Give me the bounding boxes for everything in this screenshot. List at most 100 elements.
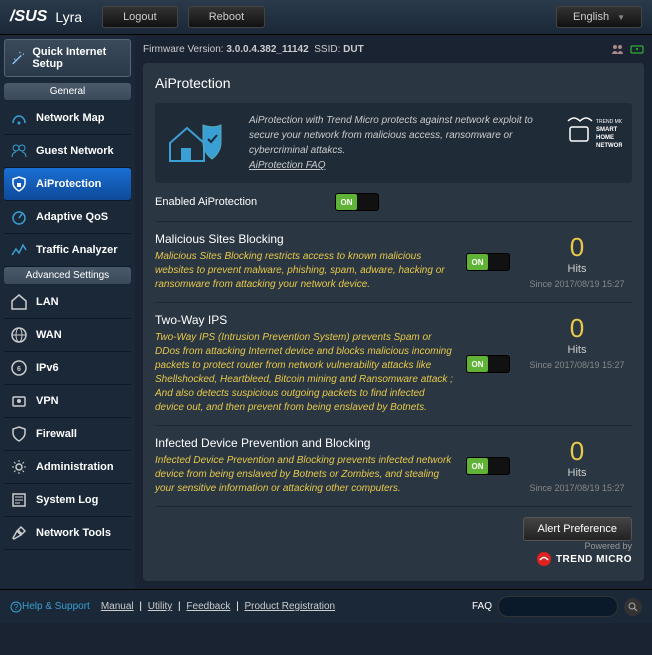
feature-title: Infected Device Prevention and Blocking: [155, 436, 454, 450]
footer-link-feedback[interactable]: Feedback: [186, 601, 230, 612]
faq-search-button[interactable]: [624, 598, 642, 616]
system-log-icon: [10, 491, 28, 509]
svg-text:?: ?: [14, 603, 19, 612]
footer-link-utility[interactable]: Utility: [148, 601, 172, 612]
users-icon[interactable]: [610, 43, 624, 55]
svg-text:6: 6: [17, 366, 21, 373]
powered-by: Powered by TREND MICRO: [155, 541, 632, 569]
feature-toggle-0[interactable]: ON: [466, 253, 510, 271]
sidebar-item-lan[interactable]: LAN: [4, 286, 131, 319]
logout-button[interactable]: Logout: [102, 6, 178, 28]
feature-row-1: Two-Way IPS Two-Way IPS (Intrusion Preve…: [155, 303, 632, 426]
sidebar-item-firewall[interactable]: Firewall: [4, 418, 131, 451]
firewall-icon: [10, 425, 28, 443]
guest-network-icon: [10, 142, 28, 160]
feature-hits-label: Hits: [522, 344, 632, 356]
search-icon: [628, 602, 638, 612]
feature-count: 0: [522, 313, 632, 344]
feature-since: Since 2017/08/19 15:27: [522, 279, 632, 289]
network-tools-icon: [10, 524, 28, 542]
feature-desc: Infected Device Prevention and Blocking …: [155, 454, 454, 496]
svg-text:TREND MICRO™: TREND MICRO™: [596, 119, 622, 125]
feature-since: Since 2017/08/19 15:27: [522, 360, 632, 370]
adaptive-qos-icon: [10, 208, 28, 226]
feature-count: 0: [522, 436, 632, 467]
enable-label: Enabled AiProtection: [155, 196, 335, 208]
sidebar-item-label: System Log: [36, 494, 98, 506]
sidebar-item-aiprotection[interactable]: AiProtection: [4, 168, 131, 201]
reboot-button[interactable]: Reboot: [188, 6, 265, 28]
faq-label: FAQ: [472, 601, 492, 612]
sidebar-item-label: Network Map: [36, 112, 104, 124]
quick-internet-setup[interactable]: Quick Internet Setup: [4, 39, 131, 77]
sidebar-item-vpn[interactable]: VPN: [4, 385, 131, 418]
aiprotection-faq-link[interactable]: AiProtection FAQ: [249, 160, 326, 171]
sidebar-item-label: Guest Network: [36, 145, 114, 157]
footer-link-product-registration[interactable]: Product Registration: [244, 601, 335, 612]
feature-toggle-2[interactable]: ON: [466, 457, 510, 475]
trend-micro-icon: [536, 551, 552, 567]
svg-text:SMART: SMART: [596, 127, 618, 133]
vpn-icon: [10, 392, 28, 410]
traffic-analyzer-icon: [10, 241, 28, 259]
aiprotection-panel: AiProtection AiProtection with Trend Mic…: [143, 63, 644, 581]
feature-desc: Malicious Sites Blocking restricts acces…: [155, 250, 454, 292]
model-name: Lyra: [55, 9, 82, 25]
top-bar: /SUS Lyra Logout Reboot English: [0, 0, 652, 35]
firmware-version: 3.0.0.4.382_11142: [226, 44, 308, 55]
sidebar-item-label: IPv6: [36, 362, 59, 374]
quick-setup-label: Quick Internet Setup: [32, 46, 124, 70]
network-map-icon: [10, 109, 28, 127]
aiprotection-icon: [10, 175, 28, 193]
wand-icon: [11, 49, 26, 67]
enable-toggle[interactable]: ON: [335, 193, 379, 211]
sidebar-item-label: Administration: [36, 461, 114, 473]
page-title: AiProtection: [155, 75, 632, 91]
faq-search-input[interactable]: [498, 596, 618, 617]
general-header: General: [4, 83, 131, 100]
feature-desc: Two-Way IPS (Intrusion Prevention System…: [155, 331, 454, 415]
sidebar-item-wan[interactable]: WAN: [4, 319, 131, 352]
language-dropdown[interactable]: English: [556, 6, 642, 28]
lan-icon: [10, 293, 28, 311]
enable-row: Enabled AiProtection ON: [155, 183, 632, 222]
administration-icon: [10, 458, 28, 476]
brand-logo: /SUS: [10, 8, 47, 26]
sidebar-item-label: AiProtection: [36, 178, 101, 190]
feature-hits-label: Hits: [522, 467, 632, 479]
firmware-line: Firmware Version: 3.0.0.4.382_11142 SSID…: [143, 43, 644, 55]
sidebar-item-network-map[interactable]: Network Map: [4, 102, 131, 135]
footer: ? Help & Support Manual | Utility | Feed…: [0, 589, 652, 623]
sidebar-item-label: WAN: [36, 329, 62, 341]
help-support[interactable]: Help & Support: [22, 601, 90, 612]
sidebar-item-label: Adaptive QoS: [36, 211, 108, 223]
network-status-icon[interactable]: [630, 43, 644, 55]
intro-text: AiProtection with Trend Micro protects a…: [249, 115, 533, 156]
feature-title: Two-Way IPS: [155, 313, 454, 327]
feature-count: 0: [522, 232, 632, 263]
sidebar-item-label: Network Tools: [36, 527, 111, 539]
svg-text:NETWORK: NETWORK: [596, 143, 622, 149]
ssid-value: DUT: [343, 44, 364, 55]
trend-micro-badge: TREND MICRO™ SMART HOME NETWORK: [566, 113, 622, 157]
feature-row-0: Malicious Sites Blocking Malicious Sites…: [155, 222, 632, 303]
sidebar-item-traffic-analyzer[interactable]: Traffic Analyzer: [4, 234, 131, 267]
sidebar-item-label: VPN: [36, 395, 59, 407]
sidebar-item-guest-network[interactable]: Guest Network: [4, 135, 131, 168]
alert-preference-button[interactable]: Alert Preference: [523, 517, 632, 541]
feature-hits-label: Hits: [522, 263, 632, 275]
sidebar-item-network-tools[interactable]: Network Tools: [4, 517, 131, 550]
svg-text:HOME: HOME: [596, 135, 614, 141]
sidebar-item-adaptive-qos[interactable]: Adaptive QoS: [4, 201, 131, 234]
help-icon: ?: [10, 601, 22, 613]
home-shield-icon: [165, 113, 235, 168]
sidebar-item-administration[interactable]: Administration: [4, 451, 131, 484]
feature-toggle-1[interactable]: ON: [466, 355, 510, 373]
sidebar-item-system-log[interactable]: System Log: [4, 484, 131, 517]
wan-icon: [10, 326, 28, 344]
sidebar-item-label: Firewall: [36, 428, 77, 440]
feature-since: Since 2017/08/19 15:27: [522, 483, 632, 493]
footer-link-manual[interactable]: Manual: [101, 601, 134, 612]
sidebar-item-ipv6[interactable]: 6 IPv6: [4, 352, 131, 385]
sidebar: Quick Internet Setup General Network Map…: [0, 35, 135, 589]
